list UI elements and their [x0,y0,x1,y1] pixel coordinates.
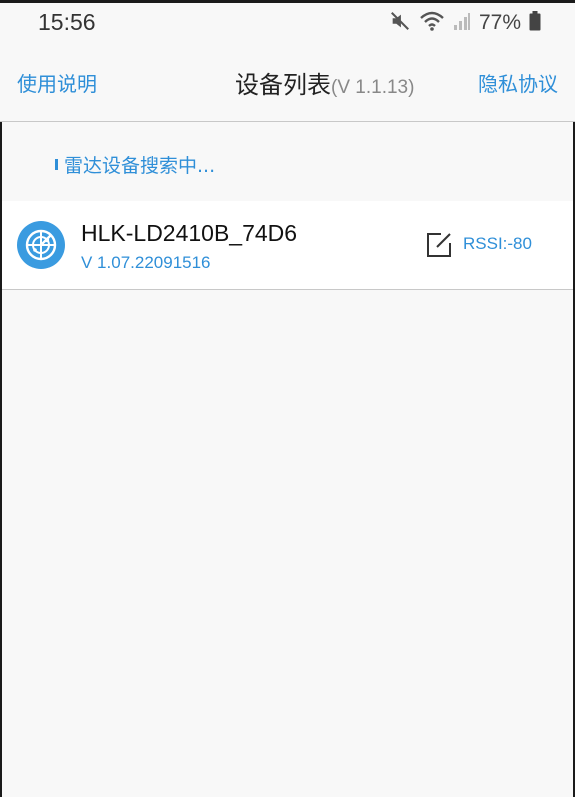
device-name: HLK-LD2410B_74D6 [81,220,298,246]
battery-icon [529,11,541,35]
device-rssi: RSSI:-80 [463,234,532,253]
status-icons: 77% [389,10,541,36]
search-indicator-mark [55,159,58,170]
edit-icon[interactable] [425,231,453,259]
app-header: 使用说明 设备列表 (V 1.1.13) 隐私协议 [0,43,575,122]
wifi-icon [419,10,445,36]
mute-icon [389,10,411,36]
page-title-text: 设备列表 [235,71,331,99]
search-status: 雷达设备搜索中... [55,151,215,178]
app-screen: 15:56 77% 使用说明 设备列表 (V 1.1.13) 隐私协议 雷达设备… [0,0,575,797]
search-status-text: 雷达设备搜索中... [64,155,216,177]
status-bar: 15:56 77% [0,3,575,43]
instructions-link[interactable]: 使用说明 [17,68,97,97]
battery-percentage: 77% [478,11,521,34]
status-time: 15:56 [38,9,96,35]
radar-icon [17,221,65,269]
app-version: (V 1.1.13) [331,77,415,98]
privacy-policy-link[interactable]: 隐私协议 [478,68,558,97]
device-list-item[interactable]: HLK-LD2410B_74D6 V 1.07.22091516 RSSI:-8… [2,201,573,290]
signal-icon [453,11,471,35]
device-firmware-version: V 1.07.22091516 [81,253,211,272]
page-title: 设备列表 (V 1.1.13) [235,65,414,100]
